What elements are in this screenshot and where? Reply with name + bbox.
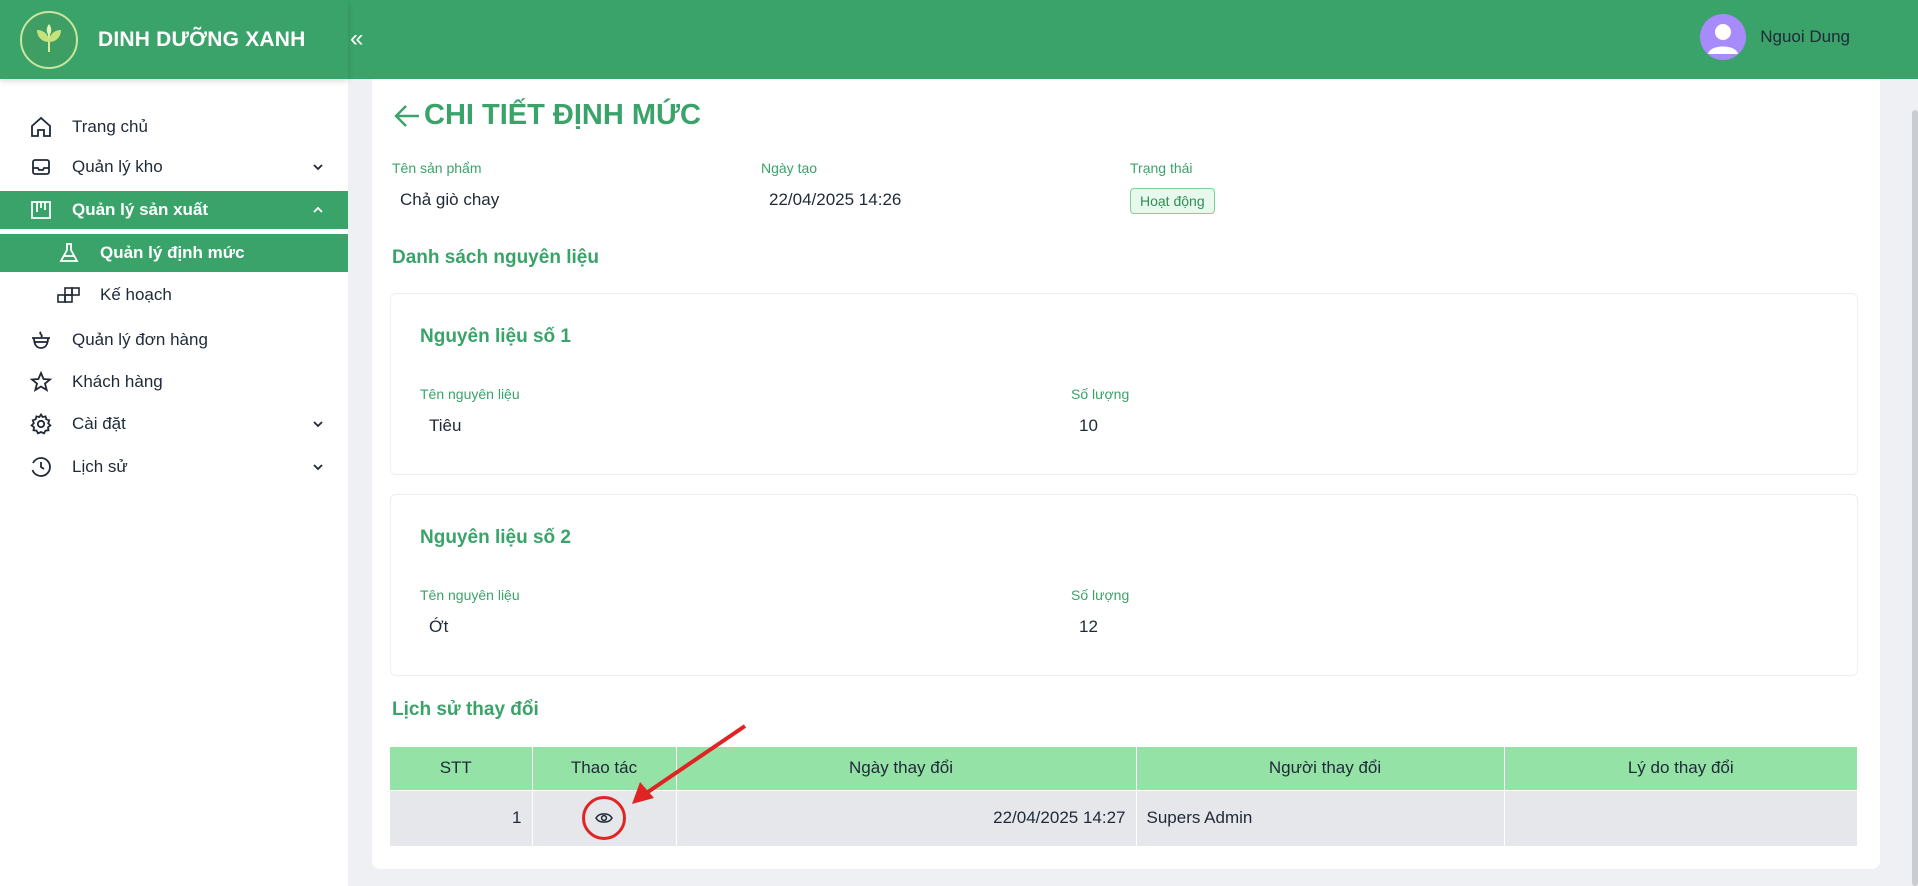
material-title: Nguyên liệu số 2: [420, 527, 571, 548]
cell-actions: [532, 789, 677, 846]
column-header-reason: Lý do thay đổi: [1504, 747, 1858, 790]
sidebar: DINH DƯỠNG XANH Trang chủ Quản lý kho Qu…: [0, 0, 348, 886]
avatar: [1700, 14, 1747, 60]
table-header-row: STT Thao tác Ngày thay đổi Người thay đổ…: [390, 747, 1858, 790]
eye-icon: [595, 813, 613, 824]
sidebar-nav: Trang chủ Quản lý kho Quản lý sản xuất Q…: [0, 108, 348, 486]
kanban-icon: [28, 197, 54, 223]
column-header-date: Ngày thay đổi: [676, 747, 1137, 790]
cell-user: Supers Admin: [1136, 789, 1505, 846]
sidebar-item-label: Cài đặt: [72, 414, 126, 433]
cell-stt: 1: [390, 789, 533, 846]
material-qty-label: Số lượng: [1071, 587, 1130, 603]
material-card: Nguyên liệu số 2 Tên nguyên liệu Ớt Số l…: [390, 494, 1858, 676]
material-name-label: Tên nguyên liệu: [420, 386, 520, 402]
brand-name: DINH DƯỠNG XANH: [98, 27, 306, 51]
created-value: 22/04/2025 14:26: [769, 190, 902, 209]
material-qty-label: Số lượng: [1071, 386, 1130, 402]
sidebar-item-label: Lịch sử: [72, 457, 128, 476]
arrow-left-icon[interactable]: [392, 101, 422, 131]
chevron-down-icon: [313, 164, 323, 171]
sidebar-item-label: Quản lý định mức: [100, 243, 245, 262]
gear-icon: [28, 411, 54, 437]
leaf-logo-icon: [20, 10, 78, 69]
sidebar-item-norms[interactable]: Quản lý định mức: [0, 234, 348, 272]
sidebar-item-settings[interactable]: Cài đặt: [0, 405, 348, 443]
sidebar-item-label: Kế hoạch: [100, 285, 172, 304]
collapse-sidebar-button[interactable]: «: [348, 22, 363, 56]
chevron-down-icon: [313, 464, 323, 471]
star-icon: [28, 369, 54, 395]
inbox-icon: [28, 154, 54, 180]
material-name-label: Tên nguyên liệu: [420, 587, 520, 603]
brand[interactable]: DINH DƯỠNG XANH: [0, 0, 348, 79]
user-icon: [1708, 24, 1739, 54]
material-qty: 10: [1079, 416, 1098, 435]
column-header-actions: Thao tác: [532, 747, 677, 790]
sidebar-item-plan[interactable]: Kế hoạch: [0, 276, 348, 314]
sidebar-item-warehouse[interactable]: Quản lý kho: [0, 148, 348, 186]
status-badge: Hoạt động: [1130, 188, 1215, 214]
status-label: Trạng thái: [1130, 160, 1193, 176]
page-title: CHI TIẾT ĐỊNH MỨC: [392, 99, 701, 132]
topbar: « Nguoi Dung: [348, 0, 1918, 79]
clock-history-icon: [28, 454, 54, 480]
table-row: 1 22/04/2025 14:27 Supers Admin: [390, 789, 1858, 846]
sidebar-item-label: Quản lý kho: [72, 157, 163, 176]
sidebar-item-home[interactable]: Trang chủ: [0, 108, 348, 146]
material-name: Ớt: [429, 617, 449, 636]
sidebar-item-customers[interactable]: Khách hàng: [0, 363, 348, 401]
chevron-up-icon: [313, 206, 323, 213]
flask-icon: [56, 240, 82, 266]
scrollbar[interactable]: [1912, 110, 1918, 886]
created-label: Ngày tạo: [761, 160, 818, 176]
blocks-icon: [56, 282, 82, 308]
sidebar-item-orders[interactable]: Quản lý đơn hàng: [0, 321, 348, 359]
user-menu[interactable]: Nguoi Dung: [1700, 14, 1850, 60]
product-value: Chả giò chay: [400, 190, 500, 209]
material-card: Nguyên liệu số 1 Tên nguyên liệu Tiêu Số…: [390, 293, 1858, 475]
sidebar-item-production[interactable]: Quản lý sản xuất: [0, 191, 348, 229]
cell-reason: [1504, 789, 1858, 846]
history-table: STT Thao tác Ngày thay đổi Người thay đổ…: [390, 747, 1858, 846]
sidebar-item-label: Trang chủ: [72, 117, 148, 136]
sidebar-item-label: Quản lý sản xuất: [72, 200, 209, 219]
user-name: Nguoi Dung: [1760, 27, 1850, 46]
column-header-stt: STT: [390, 747, 533, 790]
cell-date: 22/04/2025 14:27: [676, 789, 1137, 846]
material-title: Nguyên liệu số 1: [420, 326, 571, 347]
page-title-text: CHI TIẾT ĐỊNH MỨC: [424, 99, 701, 131]
home-icon: [28, 114, 54, 140]
materials-title: Danh sách nguyên liệu: [392, 247, 599, 268]
sidebar-item-history[interactable]: Lịch sử: [0, 448, 348, 486]
view-button[interactable]: [582, 796, 626, 841]
column-header-user: Người thay đổi: [1136, 747, 1505, 790]
sidebar-item-label: Khách hàng: [72, 372, 163, 391]
product-label: Tên sản phẩm: [392, 160, 482, 176]
chevron-down-icon: [313, 421, 323, 428]
content-card: CHI TIẾT ĐỊNH MỨC Tên sản phẩm Chả giò c…: [372, 79, 1880, 869]
history-title: Lịch sử thay đổi: [392, 699, 539, 720]
cooking-pot-icon: [28, 327, 54, 353]
material-qty: 12: [1079, 617, 1098, 636]
sidebar-item-label: Quản lý đơn hàng: [72, 330, 208, 349]
material-name: Tiêu: [429, 416, 462, 435]
